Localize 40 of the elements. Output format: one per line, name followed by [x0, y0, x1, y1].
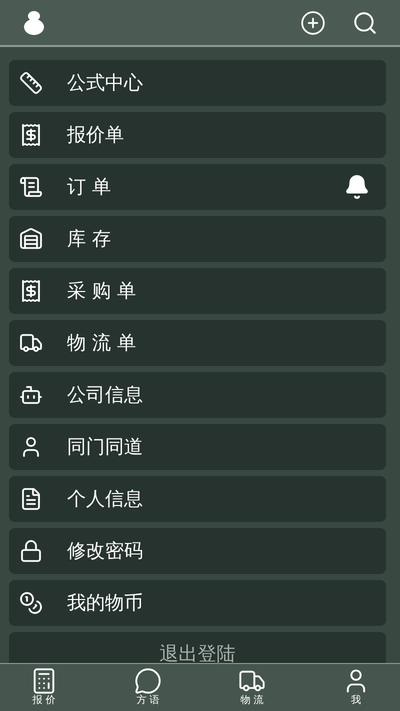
- add-button[interactable]: [300, 10, 326, 36]
- ruler-icon: [19, 71, 43, 95]
- menu-item[interactable]: 库 存: [9, 216, 386, 262]
- chat-bubble-icon: [134, 667, 162, 695]
- menu-label: 公式中心: [67, 70, 143, 96]
- menu-item[interactable]: 物 流 单: [9, 320, 386, 366]
- document-icon: [19, 175, 43, 199]
- truck-icon: [19, 331, 43, 355]
- coin-icon: [19, 591, 43, 615]
- search-button[interactable]: [352, 10, 378, 36]
- lock-icon: [19, 539, 43, 563]
- menu-label: 公司信息: [67, 382, 143, 408]
- menu-item[interactable]: 公司信息: [9, 372, 386, 418]
- warehouse-icon: [19, 227, 43, 251]
- tab[interactable]: 物 流: [222, 664, 282, 711]
- menu-item[interactable]: 同门同道: [9, 424, 386, 470]
- menu-label: 库 存: [67, 226, 112, 252]
- menu-item[interactable]: 公式中心: [9, 60, 386, 106]
- menu-label: 个人信息: [67, 486, 143, 512]
- menu-label: 订 单: [67, 174, 112, 200]
- menu-item[interactable]: 修改密码: [9, 528, 386, 574]
- receipt-icon: [19, 123, 43, 147]
- menu-item[interactable]: 采 购 单: [9, 268, 386, 314]
- menu-label: 我的物币: [67, 590, 143, 616]
- menu-item[interactable]: 我的物币: [9, 580, 386, 626]
- document-icon: [19, 487, 43, 511]
- menu-label: 物 流 单: [67, 330, 136, 356]
- logout-button[interactable]: 退出登陆: [9, 632, 386, 663]
- tab[interactable]: 方 语: [118, 664, 178, 711]
- menu-label: 修改密码: [67, 538, 143, 564]
- receipt-icon: [19, 279, 43, 303]
- menu-label: 报价单: [67, 122, 124, 148]
- menu-label: 同门同道: [67, 434, 143, 460]
- tab[interactable]: 报 价: [14, 664, 74, 711]
- mascot-icon: [22, 10, 46, 36]
- menu-item[interactable]: 订 单: [9, 164, 386, 210]
- menu-item[interactable]: 报价单: [9, 112, 386, 158]
- tab[interactable]: 我: [326, 664, 386, 711]
- menu-label: 采 购 单: [67, 278, 136, 304]
- menu-item[interactable]: 个人信息: [9, 476, 386, 522]
